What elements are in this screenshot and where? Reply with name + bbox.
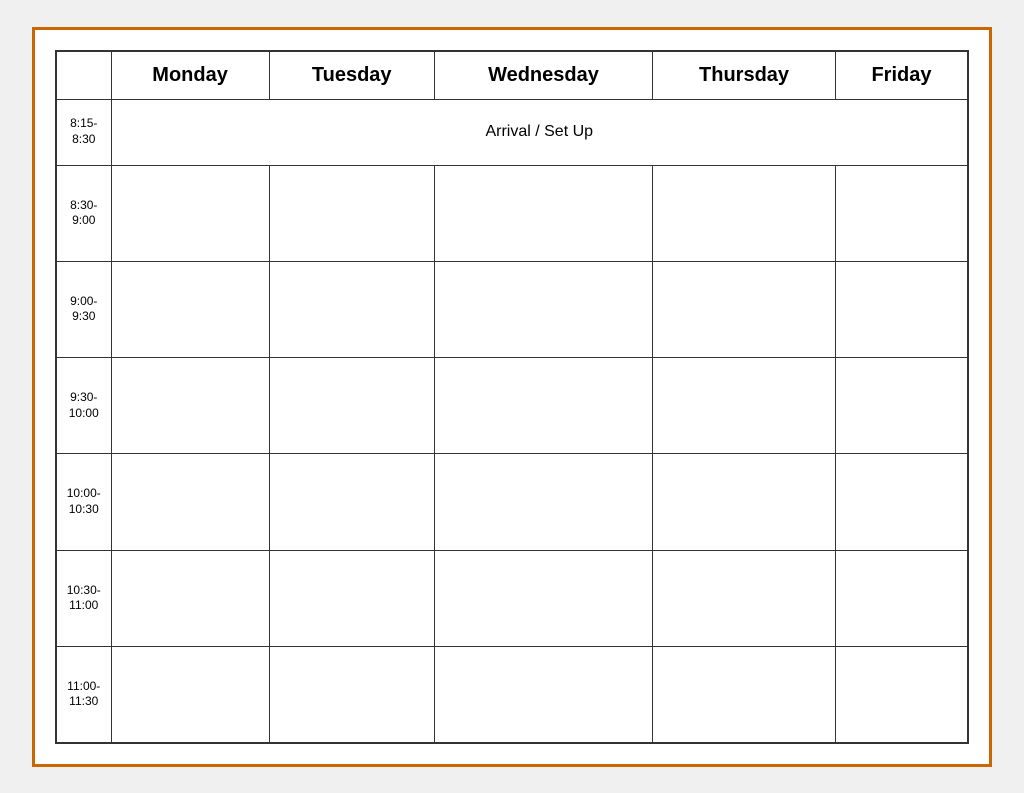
thursday-900	[653, 261, 836, 357]
tuesday-830	[269, 165, 434, 261]
friday-header: Friday	[835, 51, 968, 100]
table-row: 11:00- 11:30	[56, 646, 968, 742]
time-slot-arrival: 8:15- 8:30	[56, 99, 111, 165]
time-slot-830: 8:30- 9:00	[56, 165, 111, 261]
time-slot-1000: 10:00- 10:30	[56, 454, 111, 550]
friday-1000	[835, 454, 968, 550]
time-header	[56, 51, 111, 100]
monday-900	[111, 261, 269, 357]
tuesday-1100	[269, 646, 434, 742]
page-container: Monday Tuesday Wednesday Thursday Friday…	[32, 27, 992, 767]
tuesday-1000	[269, 454, 434, 550]
tuesday-900	[269, 261, 434, 357]
monday-1100	[111, 646, 269, 742]
tuesday-header: Tuesday	[269, 51, 434, 100]
table-row: 9:30- 10:00	[56, 358, 968, 454]
arrival-row: 8:15- 8:30 Arrival / Set Up	[56, 99, 968, 165]
monday-1030	[111, 550, 269, 646]
monday-930	[111, 358, 269, 454]
friday-830	[835, 165, 968, 261]
arrival-cell: Arrival / Set Up	[111, 99, 968, 165]
monday-830	[111, 165, 269, 261]
friday-1030	[835, 550, 968, 646]
table-row: 8:30- 9:00	[56, 165, 968, 261]
time-slot-900: 9:00- 9:30	[56, 261, 111, 357]
wednesday-930	[434, 358, 652, 454]
wednesday-1030	[434, 550, 652, 646]
thursday-1100	[653, 646, 836, 742]
thursday-930	[653, 358, 836, 454]
monday-1000	[111, 454, 269, 550]
tuesday-930	[269, 358, 434, 454]
thursday-1000	[653, 454, 836, 550]
friday-930	[835, 358, 968, 454]
wednesday-900	[434, 261, 652, 357]
wednesday-header: Wednesday	[434, 51, 652, 100]
table-row: 10:30- 11:00	[56, 550, 968, 646]
time-slot-1100: 11:00- 11:30	[56, 646, 111, 742]
table-row: 9:00- 9:30	[56, 261, 968, 357]
thursday-header: Thursday	[653, 51, 836, 100]
wednesday-1000	[434, 454, 652, 550]
friday-900	[835, 261, 968, 357]
schedule-table: Monday Tuesday Wednesday Thursday Friday…	[55, 50, 969, 744]
friday-1100	[835, 646, 968, 742]
thursday-830	[653, 165, 836, 261]
monday-header: Monday	[111, 51, 269, 100]
table-row: 10:00- 10:30	[56, 454, 968, 550]
wednesday-1100	[434, 646, 652, 742]
header-row: Monday Tuesday Wednesday Thursday Friday	[56, 51, 968, 100]
thursday-1030	[653, 550, 836, 646]
wednesday-830	[434, 165, 652, 261]
tuesday-1030	[269, 550, 434, 646]
time-slot-930: 9:30- 10:00	[56, 358, 111, 454]
time-slot-1030: 10:30- 11:00	[56, 550, 111, 646]
